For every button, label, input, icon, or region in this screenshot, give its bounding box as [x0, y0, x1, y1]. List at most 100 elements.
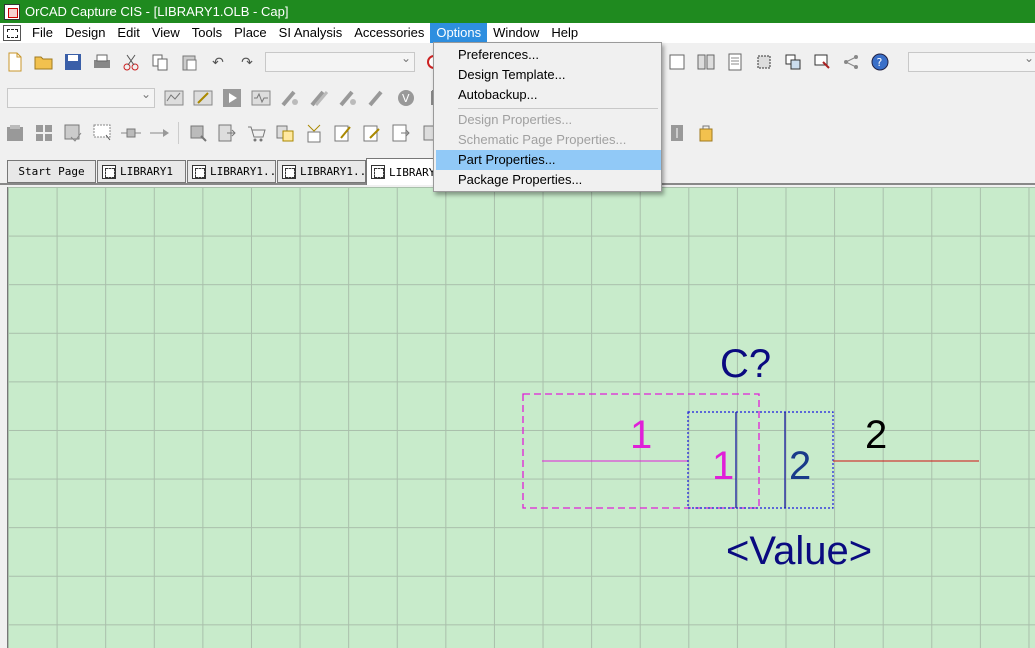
generate-part-icon[interactable]	[187, 122, 209, 144]
toolbar-row-2: V	[0, 83, 449, 113]
pin-1-number[interactable]: 1	[630, 415, 652, 455]
part-reference[interactable]: C?	[720, 344, 771, 384]
tab-start-page[interactable]: Start Page	[7, 160, 96, 183]
simulate-icon[interactable]	[163, 87, 185, 109]
pin-1-name[interactable]: 1	[712, 446, 734, 486]
menu-edit[interactable]: Edit	[111, 23, 145, 43]
block-icon[interactable]	[782, 51, 804, 73]
part-body-outline[interactable]	[687, 411, 834, 509]
view-combo[interactable]	[7, 87, 155, 108]
menu-item-label: Schematic Page Properties...	[458, 132, 627, 147]
spacer-icon[interactable]	[666, 122, 688, 144]
menu-item-design-template[interactable]: Design Template...	[436, 65, 661, 85]
menu-window[interactable]: Window	[487, 23, 545, 43]
app-icon[interactable]	[4, 3, 20, 20]
waveform-icon[interactable]	[250, 87, 272, 109]
cut-icon[interactable]	[120, 51, 142, 73]
part-icon	[371, 165, 385, 179]
tab-library1-c[interactable]: LIBRARY1...	[277, 160, 373, 183]
tile-icon[interactable]	[695, 51, 717, 73]
tab-library1-b[interactable]: LIBRARY1...	[187, 160, 283, 183]
tab-library1-a[interactable]: LIBRARY1	[97, 160, 186, 183]
menu-item-label: Design Properties...	[458, 112, 573, 127]
run-icon[interactable]	[221, 87, 243, 109]
export-icon[interactable]	[216, 122, 238, 144]
hierarchy-icon[interactable]	[840, 51, 862, 73]
copy-icon[interactable]	[149, 51, 171, 73]
paste-icon[interactable]	[178, 51, 200, 73]
part-icon	[192, 164, 206, 179]
pin-2-number[interactable]: 2	[865, 415, 887, 455]
menu-item-part-properties[interactable]: Part Properties...	[436, 150, 661, 170]
save-icon[interactable]	[62, 51, 84, 73]
menu-design[interactable]: Design	[59, 23, 111, 43]
toolbar-row-3	[0, 118, 444, 148]
menu-si-analysis[interactable]: SI Analysis	[273, 23, 349, 43]
menu-help[interactable]: Help	[545, 23, 584, 43]
menu-item-schematic-page-properties: Schematic Page Properties...	[436, 130, 661, 150]
toolbar-row-1: ↶ ↷	[0, 47, 448, 77]
menu-options[interactable]: Options	[430, 23, 488, 43]
back-annotate-icon[interactable]	[33, 122, 55, 144]
document-properties-icon[interactable]	[724, 51, 746, 73]
tab-label: LIBRARY1...	[300, 165, 373, 178]
svg-text:V: V	[402, 92, 410, 105]
menu-accessories[interactable]: Accessories	[348, 23, 430, 43]
menu-item-preferences[interactable]: Preferences...	[436, 45, 661, 65]
edit-simulation-icon[interactable]	[192, 87, 214, 109]
annotate-icon[interactable]	[4, 122, 26, 144]
redo-icon[interactable]: ↷	[236, 51, 258, 73]
voltage-diff-marker-icon[interactable]	[308, 87, 330, 109]
bias-voltage-icon[interactable]: V	[395, 87, 417, 109]
edit-properties-icon[interactable]	[332, 122, 354, 144]
part-value[interactable]: <Value>	[726, 531, 872, 571]
pin-2-name[interactable]: 2	[789, 446, 811, 486]
cascade-icon[interactable]	[666, 51, 688, 73]
tab-label: LIBRARY1	[120, 165, 173, 178]
right-search-combo[interactable]	[908, 51, 1035, 72]
toolbar-separator	[178, 122, 179, 144]
document-icon[interactable]	[3, 25, 21, 41]
menu-bar: File Design Edit View Tools Place SI Ana…	[0, 23, 1035, 43]
part-editor-canvas[interactable]: C? 1 1 2 2 <Value>	[7, 187, 1035, 648]
menu-tools[interactable]: Tools	[186, 23, 228, 43]
help-icon[interactable]: ?	[869, 51, 891, 73]
part-search-combo[interactable]	[265, 51, 415, 72]
menu-view[interactable]: View	[146, 23, 186, 43]
current-marker-icon[interactable]	[337, 87, 359, 109]
title-bar: OrCAD Capture CIS - [LIBRARY1.OLB - Cap]	[0, 0, 1035, 23]
report-icon[interactable]	[390, 122, 412, 144]
cross-reference-icon[interactable]	[120, 122, 142, 144]
netlist-icon[interactable]	[91, 122, 113, 144]
toolbar-row-1-right: ?	[662, 47, 1035, 77]
variant-icon[interactable]	[303, 122, 325, 144]
menu-item-package-properties[interactable]: Package Properties...	[436, 170, 661, 190]
component-grid-icon[interactable]	[753, 51, 775, 73]
part-manager-icon[interactable]	[274, 122, 296, 144]
lock-tag-icon[interactable]	[695, 122, 717, 144]
drc-icon[interactable]	[62, 122, 84, 144]
menu-item-label: Part Properties...	[458, 152, 556, 167]
cart-icon[interactable]	[245, 122, 267, 144]
undo-icon[interactable]: ↶	[207, 51, 229, 73]
tab-label: Start Page	[18, 165, 85, 178]
select-icon[interactable]	[811, 51, 833, 73]
toolbar-row-3-right	[662, 118, 720, 148]
menu-item-label: Preferences...	[458, 47, 539, 62]
svg-text:?: ?	[877, 56, 883, 69]
new-file-icon[interactable]	[4, 51, 26, 73]
menu-separator	[458, 108, 658, 109]
power-marker-icon[interactable]	[366, 87, 388, 109]
edit-sheet-icon[interactable]	[361, 122, 383, 144]
print-icon[interactable]	[91, 51, 113, 73]
part-icon	[282, 164, 296, 179]
voltage-marker-icon[interactable]	[279, 87, 301, 109]
menu-item-autobackup[interactable]: Autobackup...	[436, 85, 661, 105]
menu-item-design-properties: Design Properties...	[436, 110, 661, 130]
menu-item-label: Autobackup...	[458, 87, 538, 102]
open-folder-icon[interactable]	[33, 51, 55, 73]
bill-of-materials-icon[interactable]	[149, 122, 171, 144]
menu-file[interactable]: File	[26, 23, 59, 43]
menu-place[interactable]: Place	[228, 23, 273, 43]
tab-library1-current[interactable]: LIBRARY1	[366, 158, 442, 185]
